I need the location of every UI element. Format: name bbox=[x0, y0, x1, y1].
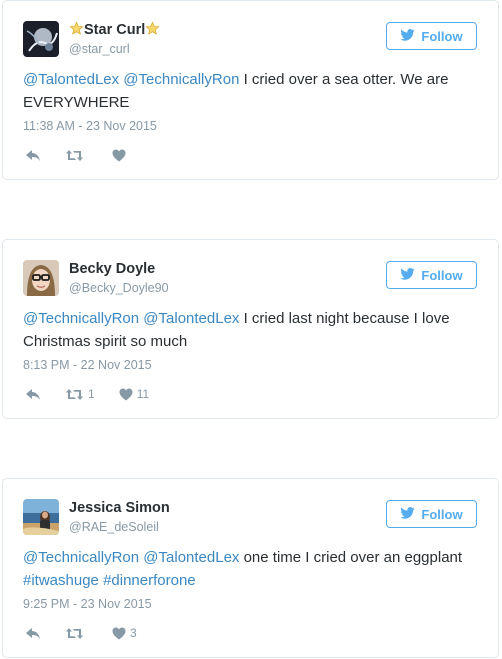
hashtag-link[interactable]: #dinnerforone bbox=[103, 572, 196, 589]
mention-link[interactable]: @TalontedLex bbox=[143, 310, 239, 327]
follow-button[interactable]: Follow bbox=[386, 261, 477, 289]
twitter-bird-icon bbox=[400, 267, 416, 283]
retweet-icon bbox=[65, 149, 84, 162]
retweet-count: 1 bbox=[88, 387, 95, 401]
like-count: 11 bbox=[136, 387, 150, 401]
mention-link[interactable]: @TechnicallyRon bbox=[23, 310, 139, 327]
mention-link[interactable]: @TalontedLex bbox=[23, 71, 119, 88]
follow-button[interactable]: Follow bbox=[386, 22, 477, 50]
hashtag-link[interactable]: #itwashuge bbox=[23, 572, 99, 589]
mention-link[interactable]: @TalontedLex bbox=[143, 549, 239, 566]
mention-link[interactable]: @TechnicallyRon bbox=[123, 71, 239, 88]
like-count: 3 bbox=[130, 626, 137, 640]
reply-button[interactable] bbox=[25, 388, 41, 401]
timestamp[interactable]: 11:38 AM - 23 Nov 2015 bbox=[23, 119, 157, 133]
handle[interactable]: @star_curl bbox=[69, 41, 130, 57]
retweet-icon bbox=[65, 388, 84, 401]
display-name[interactable]: Becky Doyle bbox=[69, 260, 155, 278]
retweet-button[interactable] bbox=[65, 627, 88, 640]
retweet-button[interactable] bbox=[65, 149, 88, 162]
follow-label: Follow bbox=[421, 28, 463, 44]
reply-icon bbox=[25, 627, 41, 640]
tweet-body: one time I cried over an eggplant bbox=[239, 549, 463, 566]
tweet-card: Star Curl @star_curl Follow @TalontedLex… bbox=[2, 0, 499, 180]
tweet-actions bbox=[25, 145, 154, 165]
reply-icon bbox=[25, 149, 41, 162]
follow-button[interactable]: Follow bbox=[386, 500, 477, 528]
display-name[interactable]: Star Curl bbox=[69, 21, 160, 41]
display-name[interactable]: Jessica Simon bbox=[69, 499, 170, 517]
twitter-bird-icon bbox=[400, 506, 416, 522]
tweet-card: Becky Doyle @Becky_Doyle90 Follow @Techn… bbox=[2, 239, 499, 419]
tweet-text: @TalontedLex @TechnicallyRon I cried ove… bbox=[23, 68, 483, 114]
tweet-actions: 1 11 bbox=[25, 384, 173, 404]
tweet-text: @TechnicallyRon @TalontedLex I cried las… bbox=[23, 307, 483, 353]
timestamp[interactable]: 9:25 PM - 23 Nov 2015 bbox=[23, 597, 152, 611]
heart-icon bbox=[119, 388, 133, 401]
timestamp[interactable]: 8:13 PM - 22 Nov 2015 bbox=[23, 358, 152, 372]
mention-link[interactable]: @TechnicallyRon bbox=[23, 549, 139, 566]
heart-icon bbox=[112, 149, 126, 162]
like-button[interactable]: 11 bbox=[119, 387, 149, 401]
reply-button[interactable] bbox=[25, 627, 41, 640]
follow-label: Follow bbox=[421, 506, 463, 522]
star-emoji-icon bbox=[145, 21, 160, 41]
tweet-card: Jessica Simon @RAE_deSoleil Follow @Tech… bbox=[2, 478, 499, 658]
display-name-text: Star Curl bbox=[84, 22, 146, 38]
reply-icon bbox=[25, 388, 41, 401]
avatar[interactable] bbox=[23, 21, 59, 57]
retweet-icon bbox=[65, 627, 84, 640]
avatar[interactable] bbox=[23, 260, 59, 296]
handle[interactable]: @Becky_Doyle90 bbox=[69, 280, 169, 296]
avatar[interactable] bbox=[23, 499, 59, 535]
follow-label: Follow bbox=[421, 267, 463, 283]
retweet-button[interactable]: 1 bbox=[65, 387, 95, 401]
like-button[interactable]: 3 bbox=[112, 626, 137, 640]
like-button[interactable] bbox=[112, 149, 130, 162]
star-emoji-icon bbox=[69, 21, 84, 41]
heart-icon bbox=[112, 627, 126, 640]
twitter-bird-icon bbox=[400, 28, 416, 44]
handle[interactable]: @RAE_deSoleil bbox=[69, 519, 159, 535]
tweet-actions: 3 bbox=[25, 623, 161, 643]
reply-button[interactable] bbox=[25, 149, 41, 162]
tweet-text: @TechnicallyRon @TalontedLex one time I … bbox=[23, 546, 483, 592]
